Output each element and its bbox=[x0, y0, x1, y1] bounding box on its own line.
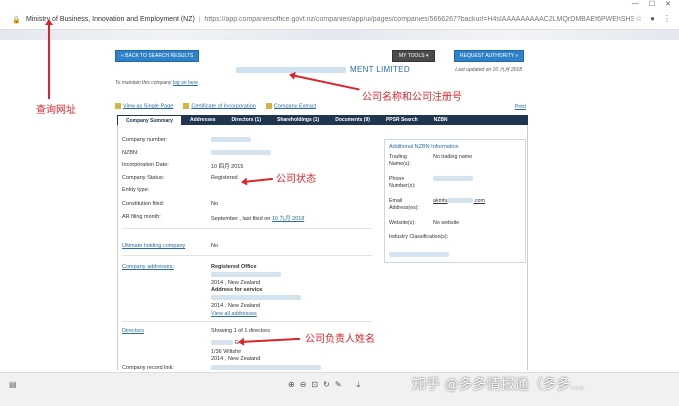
registered-office-redacted bbox=[211, 272, 281, 278]
menu-icon[interactable]: ⋮ bbox=[663, 14, 671, 23]
record-link-label: Company record link: bbox=[122, 365, 174, 371]
star-icon[interactable]: ☆ bbox=[635, 14, 642, 23]
last-updated: Last updated on 10 九月 2018 bbox=[455, 67, 522, 73]
service-address: 2014 , New Zealand bbox=[211, 303, 261, 309]
status-label: Company Status: bbox=[122, 175, 165, 181]
company-tabs: Company Summary Addresses Directors (1) … bbox=[117, 115, 528, 125]
phone-value bbox=[433, 176, 473, 183]
director-name: G bbox=[211, 340, 239, 346]
zoom-in-icon[interactable]: ⊕ bbox=[288, 380, 295, 390]
view-all-addresses-link[interactable]: View all addresses bbox=[211, 311, 257, 317]
registered-office-heading: Registered Office bbox=[211, 264, 257, 270]
address-separator: | bbox=[198, 16, 201, 23]
registered-office-address: 2014 , New Zealand bbox=[211, 280, 261, 286]
account-icon[interactable]: ● bbox=[650, 14, 655, 23]
director-address-line1: 1/36 Wiltshir bbox=[211, 349, 242, 355]
bookmarks-bar bbox=[0, 30, 679, 40]
url-arrow bbox=[48, 21, 50, 99]
divider bbox=[122, 255, 372, 256]
director-annotation: 公司负责人姓名 bbox=[305, 334, 375, 345]
record-link-value[interactable] bbox=[211, 365, 321, 371]
tab-shareholdings[interactable]: Shareholdings (1) bbox=[269, 115, 327, 125]
rotate-icon[interactable]: ↻ bbox=[323, 380, 330, 390]
ar-filing-label: AR filing month: bbox=[122, 214, 161, 220]
ar-filing-value: September , last filed on 10 九月 2018 bbox=[211, 216, 305, 222]
divider bbox=[122, 228, 372, 229]
address-for-service-heading: Address for service bbox=[211, 287, 263, 293]
nzbn-value bbox=[211, 150, 271, 156]
incorporation-value: 10 四月 2015 bbox=[211, 164, 244, 170]
tab-documents[interactable]: Documents (9) bbox=[327, 115, 378, 125]
directors-count: Showing 1 of 1 directors bbox=[211, 328, 271, 334]
company-number-value bbox=[211, 137, 251, 143]
divider bbox=[122, 321, 372, 322]
certificate-icon bbox=[183, 103, 190, 109]
download-icon[interactable]: ⤓ bbox=[357, 380, 361, 390]
company-addresses-label[interactable]: Company addresses: bbox=[122, 264, 174, 270]
print-link[interactable]: Print bbox=[515, 104, 526, 110]
viewer-tools: ⊕ ⊖ ⊡ ↻ ✎ ⤓ bbox=[288, 380, 360, 390]
nzbn-panel-title: Additional NZBN Information bbox=[389, 144, 459, 150]
url-text[interactable]: https://app.companiesoffice.govt.nz/comp… bbox=[204, 16, 634, 23]
tab-addresses[interactable]: Addresses bbox=[182, 115, 224, 125]
ultimate-holding-value: No bbox=[211, 243, 219, 249]
director-address-line2: 2014 , New Zealand bbox=[211, 356, 261, 362]
minimize-icon[interactable]: — bbox=[632, 0, 639, 10]
constitution-value: No bbox=[211, 201, 219, 207]
status-value: Registered bbox=[211, 175, 238, 181]
service-address-redacted bbox=[211, 295, 301, 301]
company-name: MENT LIMITED bbox=[236, 65, 410, 74]
trading-name-label: Trading Name(s): bbox=[389, 154, 411, 167]
tab-company-summary[interactable]: Company Summary bbox=[117, 115, 182, 125]
ar-date-link[interactable]: 10 九月 2018 bbox=[272, 216, 304, 222]
annotate-icon[interactable]: ✎ bbox=[335, 380, 342, 390]
additional-nzbn-panel: Additional NZBN Information Trading Name… bbox=[384, 139, 526, 263]
directors-label[interactable]: Directors bbox=[122, 328, 144, 334]
extract-icon bbox=[265, 103, 272, 109]
watermark: 知乎 @多多情报通（多多... bbox=[412, 377, 584, 393]
page-icon bbox=[115, 103, 121, 109]
nzbn-label: NZBN: bbox=[122, 150, 139, 156]
document-links: View as Single Page Certificate of Incor… bbox=[115, 103, 316, 109]
tab-directors[interactable]: Directors (1) bbox=[224, 115, 269, 125]
constitution-label: Constitution filed: bbox=[122, 201, 165, 207]
view-single-page-link[interactable]: View as Single Page bbox=[115, 103, 173, 109]
window-controls: — ☐ ✕ bbox=[632, 0, 679, 10]
name-arrow bbox=[290, 74, 360, 91]
maintain-text: To maintain this company log on here bbox=[115, 80, 198, 86]
entity-type-label: Entity type: bbox=[122, 187, 150, 193]
tab-ppsr-search[interactable]: PPSR Search bbox=[378, 115, 426, 125]
incorporation-label: Incorporation Date: bbox=[122, 162, 169, 168]
name-annotation: 公司名称和公司注册号 bbox=[362, 92, 462, 103]
browser-actions: ☆ ● ⋮ bbox=[635, 14, 671, 23]
website-value: No website bbox=[433, 220, 460, 226]
sidebar-toggle-icon[interactable]: ▤ bbox=[9, 380, 17, 389]
tab-nzbn[interactable]: NZBN bbox=[426, 115, 456, 125]
my-tools-button[interactable]: MY TOOLS ▾ bbox=[392, 50, 436, 62]
lock-icon[interactable]: 🔒 bbox=[12, 16, 21, 24]
certificate-link[interactable]: Certificate of Incorporation bbox=[183, 103, 256, 109]
status-annotation: 公司状态 bbox=[276, 174, 316, 185]
close-icon[interactable]: ✕ bbox=[665, 0, 671, 10]
maximize-icon[interactable]: ☐ bbox=[649, 0, 655, 10]
industry-label: Industry Classification(s): bbox=[389, 234, 449, 240]
email-label: Email Address(es): bbox=[389, 198, 420, 211]
back-to-search-button[interactable]: « BACK TO SEARCH RESULTS bbox=[115, 50, 200, 62]
industry-value bbox=[389, 252, 449, 259]
ultimate-holding-label[interactable]: Ultimate holding company bbox=[122, 243, 185, 249]
extract-link[interactable]: Company Extract bbox=[265, 103, 316, 109]
viewer-toolbar: ▤ ⊕ ⊖ ⊡ ↻ ✎ ⤓ 知乎 @多多情报通（多多... bbox=[0, 372, 679, 406]
url-annotation: 查询网址 bbox=[36, 105, 76, 116]
company-number-label: Company number: bbox=[122, 137, 168, 143]
request-authority-button[interactable]: REQUEST AUTHORITY » bbox=[454, 50, 525, 62]
website-label: Website(s): bbox=[389, 220, 416, 226]
address-bar[interactable]: 🔒 Ministry of Business, Innovation and E… bbox=[0, 10, 679, 30]
phone-label: Phone Number(s): bbox=[389, 176, 416, 189]
zoom-out-icon[interactable]: ⊖ bbox=[300, 380, 307, 390]
login-link[interactable]: log on here bbox=[173, 80, 198, 86]
email-value[interactable]: akmfu .com bbox=[433, 198, 485, 205]
fit-page-icon[interactable]: ⊡ bbox=[311, 380, 318, 390]
trading-name-value: No trading name bbox=[433, 154, 473, 160]
